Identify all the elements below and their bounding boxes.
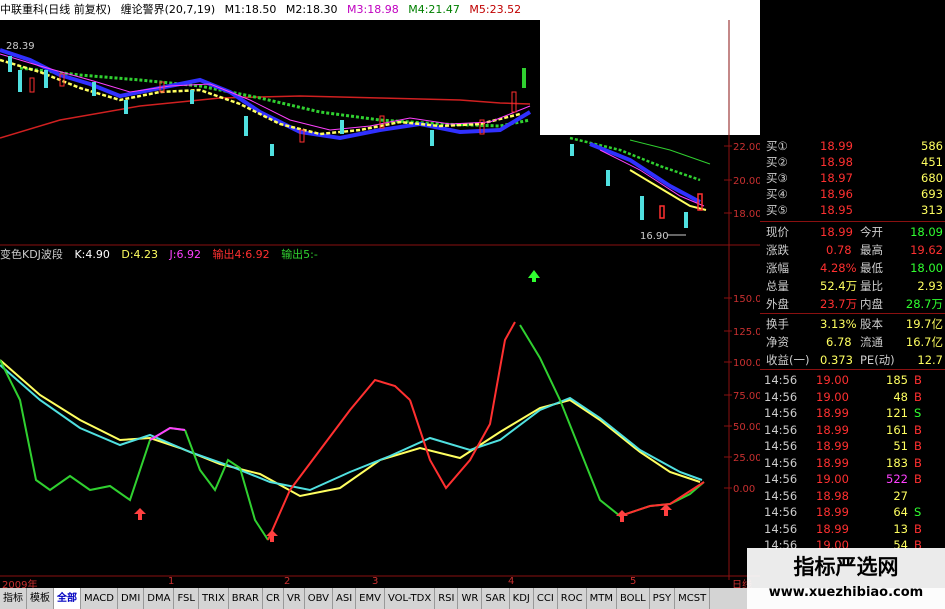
ind-tick: 50.00 (733, 422, 760, 433)
tick-row: 14:56 18.98 27 (764, 488, 908, 503)
tab-cr[interactable]: CR (263, 588, 284, 609)
watermark-url: www.xuezhibiao.com (768, 585, 924, 600)
ma-lines (0, 48, 532, 141)
watermark: 指标严选网 www.xuezhibiao.com (747, 548, 945, 609)
ind-tick: 125.00 (733, 327, 760, 338)
tab-sar[interactable]: SAR (482, 588, 510, 609)
low-label: 16.90 (640, 231, 669, 242)
stat-row: 换手 3.13% 股本 19.7亿 (766, 317, 943, 331)
tab-vr[interactable]: VR (284, 588, 305, 609)
stat-row: 涨幅 4.28% 最低 18.00 (766, 261, 943, 275)
tick-row: 14:56 19.00 48 B (764, 389, 922, 404)
tab-dmi[interactable]: DMI (118, 588, 145, 609)
tick-row: 14:56 19.00 185 B (764, 373, 922, 387)
indicator-title[interactable]: 缠论警界(20,7,19) (121, 3, 216, 16)
time-label: 2 (284, 576, 291, 587)
signal-arrows (134, 270, 672, 542)
stat-row: 外盘 23.7万 内盘 28.7万 (766, 297, 943, 311)
ind-out4: 输出4:6.92 (212, 248, 270, 261)
watermark-cn: 指标严选网 (793, 555, 899, 579)
tab-vol-tdx[interactable]: VOL-TDX (385, 588, 436, 609)
ma4-label: M4:21.47 (408, 3, 460, 16)
tick-row: 14:56 18.99 64 S (764, 505, 922, 519)
tab-全部[interactable]: 全部 (54, 588, 81, 609)
stat-row: 净资 6.78 流通 16.7亿 (766, 335, 943, 349)
tab-rsi[interactable]: RSI (435, 588, 459, 609)
indicator-header: 变色KDJ波段 K:4.90 D:4.23 J:6.92 输出4:6.92 输出… (0, 247, 326, 263)
ma5-label: M5:23.52 (469, 3, 522, 16)
ind-tick: 25.00 (733, 453, 760, 464)
tab-boll[interactable]: BOLL (617, 588, 650, 609)
tab-psy[interactable]: PSY (650, 588, 676, 609)
time-label: 1 (168, 576, 175, 587)
price-tick: 20.00 (733, 176, 760, 187)
tick-row: 14:56 18.99 51 B (764, 439, 922, 453)
chart-title-bar: 中联重科(日线 前复权) 缠论警界(20,7,19) M1:18.50 M2:1… (0, 0, 540, 20)
tab-kdj[interactable]: KDJ (510, 588, 534, 609)
time-axis: 2009年 1 2 3 4 5 日线 (0, 576, 760, 591)
time-label: 4 (508, 576, 515, 587)
order-row: 买⑤ 18.95 313 (766, 203, 943, 217)
tab-brar[interactable]: BRAR (229, 588, 263, 609)
ind-tick: 75.00 (733, 391, 760, 402)
tab-dma[interactable]: DMA (144, 588, 175, 609)
time-label: 5 (630, 576, 637, 587)
quote-panel: 买① 18.99 586 买② 18.98 451 买③ 18.97 680 买… (760, 135, 945, 580)
ind-name[interactable]: 变色KDJ波段 (0, 248, 63, 261)
tick-row: 14:56 18.99 13 B (764, 521, 922, 536)
tab-mtm[interactable]: MTM (587, 588, 617, 609)
stat-row: 总量 52.4万 量比 2.93 (766, 279, 943, 293)
tab-mcst[interactable]: MCST (675, 588, 711, 609)
stat-row: 收益(一) 0.373 PE(动) 12.7 (766, 353, 943, 367)
candles-lower (569, 136, 711, 228)
tab-指标[interactable]: 指标 (0, 588, 27, 609)
ind-out5: 输出5:- (281, 248, 318, 261)
ind-j: J:6.92 (169, 248, 201, 261)
stat-row: 涨跌 0.78 最高 19.62 (766, 243, 943, 257)
tab-cci[interactable]: CCI (534, 588, 558, 609)
ma2-label: M2:18.30 (285, 3, 338, 16)
stock-title[interactable]: 中联重科(日线 前复权) (0, 3, 111, 16)
tab-roc[interactable]: ROC (558, 588, 587, 609)
ind-d: D:4.23 (121, 248, 159, 261)
stat-row: 现价 18.99 今开 18.09 (766, 225, 943, 239)
ma3-label: M3:18.98 (347, 3, 399, 16)
tab-obv[interactable]: OBV (305, 588, 333, 609)
kdj-lines (0, 321, 705, 541)
time-label: 3 (372, 576, 379, 587)
kline-chart[interactable]: 22.00 20.00 18.00 28.39 16.90 150.0 125.… (0, 20, 760, 580)
tab-asi[interactable]: ASI (333, 588, 357, 609)
tick-row: 14:56 18.99 121 S (764, 406, 922, 420)
tab-wr[interactable]: WR (458, 588, 483, 609)
tick-row: 14:56 19.00 522 B (764, 472, 922, 486)
price-tick: 18.00 (733, 209, 760, 220)
ma1-label: M1:18.50 (224, 3, 277, 16)
tick-row: 14:56 18.99 161 B (764, 422, 922, 437)
candles-upper (8, 56, 526, 156)
price-tick: 22.00 (733, 142, 760, 153)
tab-trix[interactable]: TRIX (199, 588, 229, 609)
ind-k: K:4.90 (74, 248, 110, 261)
tab-macd[interactable]: MACD (81, 588, 118, 609)
tick-row: 14:56 18.99 183 B (764, 455, 922, 470)
tab-fsl[interactable]: FSL (174, 588, 199, 609)
tab-模板[interactable]: 模板 (27, 588, 54, 609)
high-label: 28.39 (6, 41, 35, 52)
ind-tick: 150.00 (733, 294, 760, 305)
ind-tick: 100.00 (733, 358, 760, 369)
tab-emv[interactable]: EMV (356, 588, 385, 609)
ind-tick: 0.00 (733, 484, 755, 495)
